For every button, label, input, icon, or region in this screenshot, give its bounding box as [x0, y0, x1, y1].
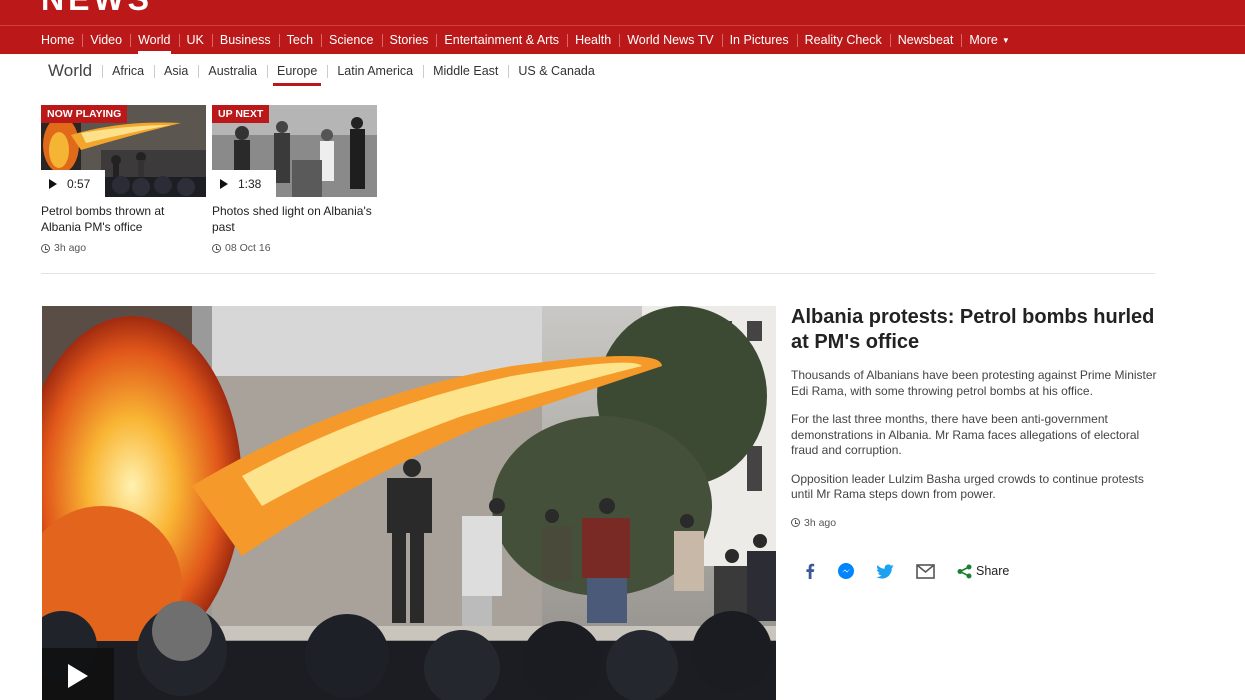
video-thumbnail[interactable]: UP NEXT 1:38 [212, 105, 377, 197]
section-subnav: World Africa Asia Australia Europe Latin… [41, 55, 605, 87]
subnav-africa[interactable]: Africa [102, 55, 154, 87]
article-paragraph: Thousands of Albanians have been protest… [791, 368, 1157, 398]
twitter-icon [876, 563, 894, 579]
video-title[interactable]: Petrol bombs thrown at Albania PM's offi… [41, 204, 206, 235]
nav-more-label: More [969, 33, 998, 47]
share-icon [957, 564, 972, 578]
messenger-icon [838, 563, 854, 579]
play-icon [49, 178, 57, 189]
nav-video[interactable]: Video [82, 26, 130, 54]
nav-home[interactable]: Home [33, 26, 82, 54]
nav-tech[interactable]: Tech [278, 26, 321, 54]
nav-in-pictures[interactable]: In Pictures [721, 26, 797, 54]
article-timestamp: 3h ago [791, 517, 1161, 529]
share-button[interactable]: Share [957, 564, 1009, 579]
nav-science[interactable]: Science [321, 26, 381, 54]
timestamp-text: 3h ago [804, 516, 837, 529]
video-duration: 1:38 [212, 170, 276, 197]
timestamp-text: 08 Oct 16 [225, 242, 271, 254]
nav-health[interactable]: Health [567, 26, 619, 54]
subnav-europe[interactable]: Europe [267, 55, 327, 87]
article-summary: Albania protests: Petrol bombs hurled at… [791, 305, 1161, 529]
nav-more-button[interactable]: More ▼ [961, 26, 1017, 54]
article-paragraph: For the last three months, there have be… [791, 412, 1140, 457]
clock-icon [212, 243, 221, 253]
section-title: World [48, 61, 93, 80]
nav-stories[interactable]: Stories [381, 26, 437, 54]
messenger-share-button[interactable] [838, 563, 854, 579]
subnav-australia[interactable]: Australia [198, 55, 267, 87]
facebook-share-button[interactable] [804, 563, 816, 579]
nav-uk[interactable]: UK [178, 26, 212, 54]
video-thumbnail[interactable]: NOW PLAYING 0:57 [41, 105, 206, 197]
up-next-badge: UP NEXT [212, 105, 270, 123]
bbc-news-logo[interactable]: NEWS [41, 0, 153, 18]
subnav-us-canada[interactable]: US & Canada [508, 55, 604, 87]
play-button[interactable] [42, 648, 114, 700]
video-title[interactable]: Photos shed light on Albania's past [212, 204, 377, 235]
duration-text: 0:57 [67, 176, 91, 191]
email-icon [916, 563, 935, 579]
main-nav: Home Video World UK Business Tech Scienc… [33, 26, 1018, 54]
twitter-share-button[interactable] [876, 563, 894, 579]
nav-business[interactable]: Business [211, 26, 279, 54]
clock-icon [41, 243, 50, 253]
nav-entertainment-arts[interactable]: Entertainment & Arts [436, 26, 567, 54]
duration-text: 1:38 [238, 176, 262, 191]
video-card-up-next[interactable]: UP NEXT 1:38 Photos shed light on Albani… [212, 105, 377, 254]
subnav-latin-america[interactable]: Latin America [327, 55, 423, 87]
subnav-middle-east[interactable]: Middle East [423, 55, 508, 87]
main-nav-bar: Home Video World UK Business Tech Scienc… [0, 25, 1245, 54]
divider [41, 273, 1155, 274]
now-playing-badge: NOW PLAYING [41, 105, 128, 123]
article-headline[interactable]: Albania protests: Petrol bombs hurled at… [791, 305, 1161, 355]
share-label: Share [976, 564, 1010, 578]
timestamp-text: 3h ago [54, 242, 87, 254]
nav-world-news-tv[interactable]: World News TV [619, 26, 721, 54]
video-card-now-playing[interactable]: NOW PLAYING 0:57 Petrol bombs thrown at … [41, 105, 206, 254]
video-duration: 0:57 [41, 170, 105, 197]
top-banner: NEWS [0, 0, 1245, 25]
caret-down-icon: ▼ [1001, 36, 1010, 45]
facebook-icon [806, 563, 815, 579]
play-icon [220, 178, 228, 189]
main-video-player[interactable] [42, 306, 776, 700]
nav-newsbeat[interactable]: Newsbeat [889, 26, 962, 54]
share-tools: Share [804, 563, 1031, 579]
nav-reality-check[interactable]: Reality Check [796, 26, 890, 54]
subnav-asia[interactable]: Asia [154, 55, 198, 87]
article-paragraph: Opposition leader Lulzim Basha urged cro… [791, 471, 1144, 502]
nav-world[interactable]: World [130, 26, 178, 54]
protest-fire-image [42, 306, 776, 700]
video-timestamp: 3h ago [41, 242, 206, 254]
email-share-button[interactable] [916, 563, 935, 579]
clock-icon [791, 518, 800, 527]
video-timestamp: 08 Oct 16 [212, 242, 377, 254]
